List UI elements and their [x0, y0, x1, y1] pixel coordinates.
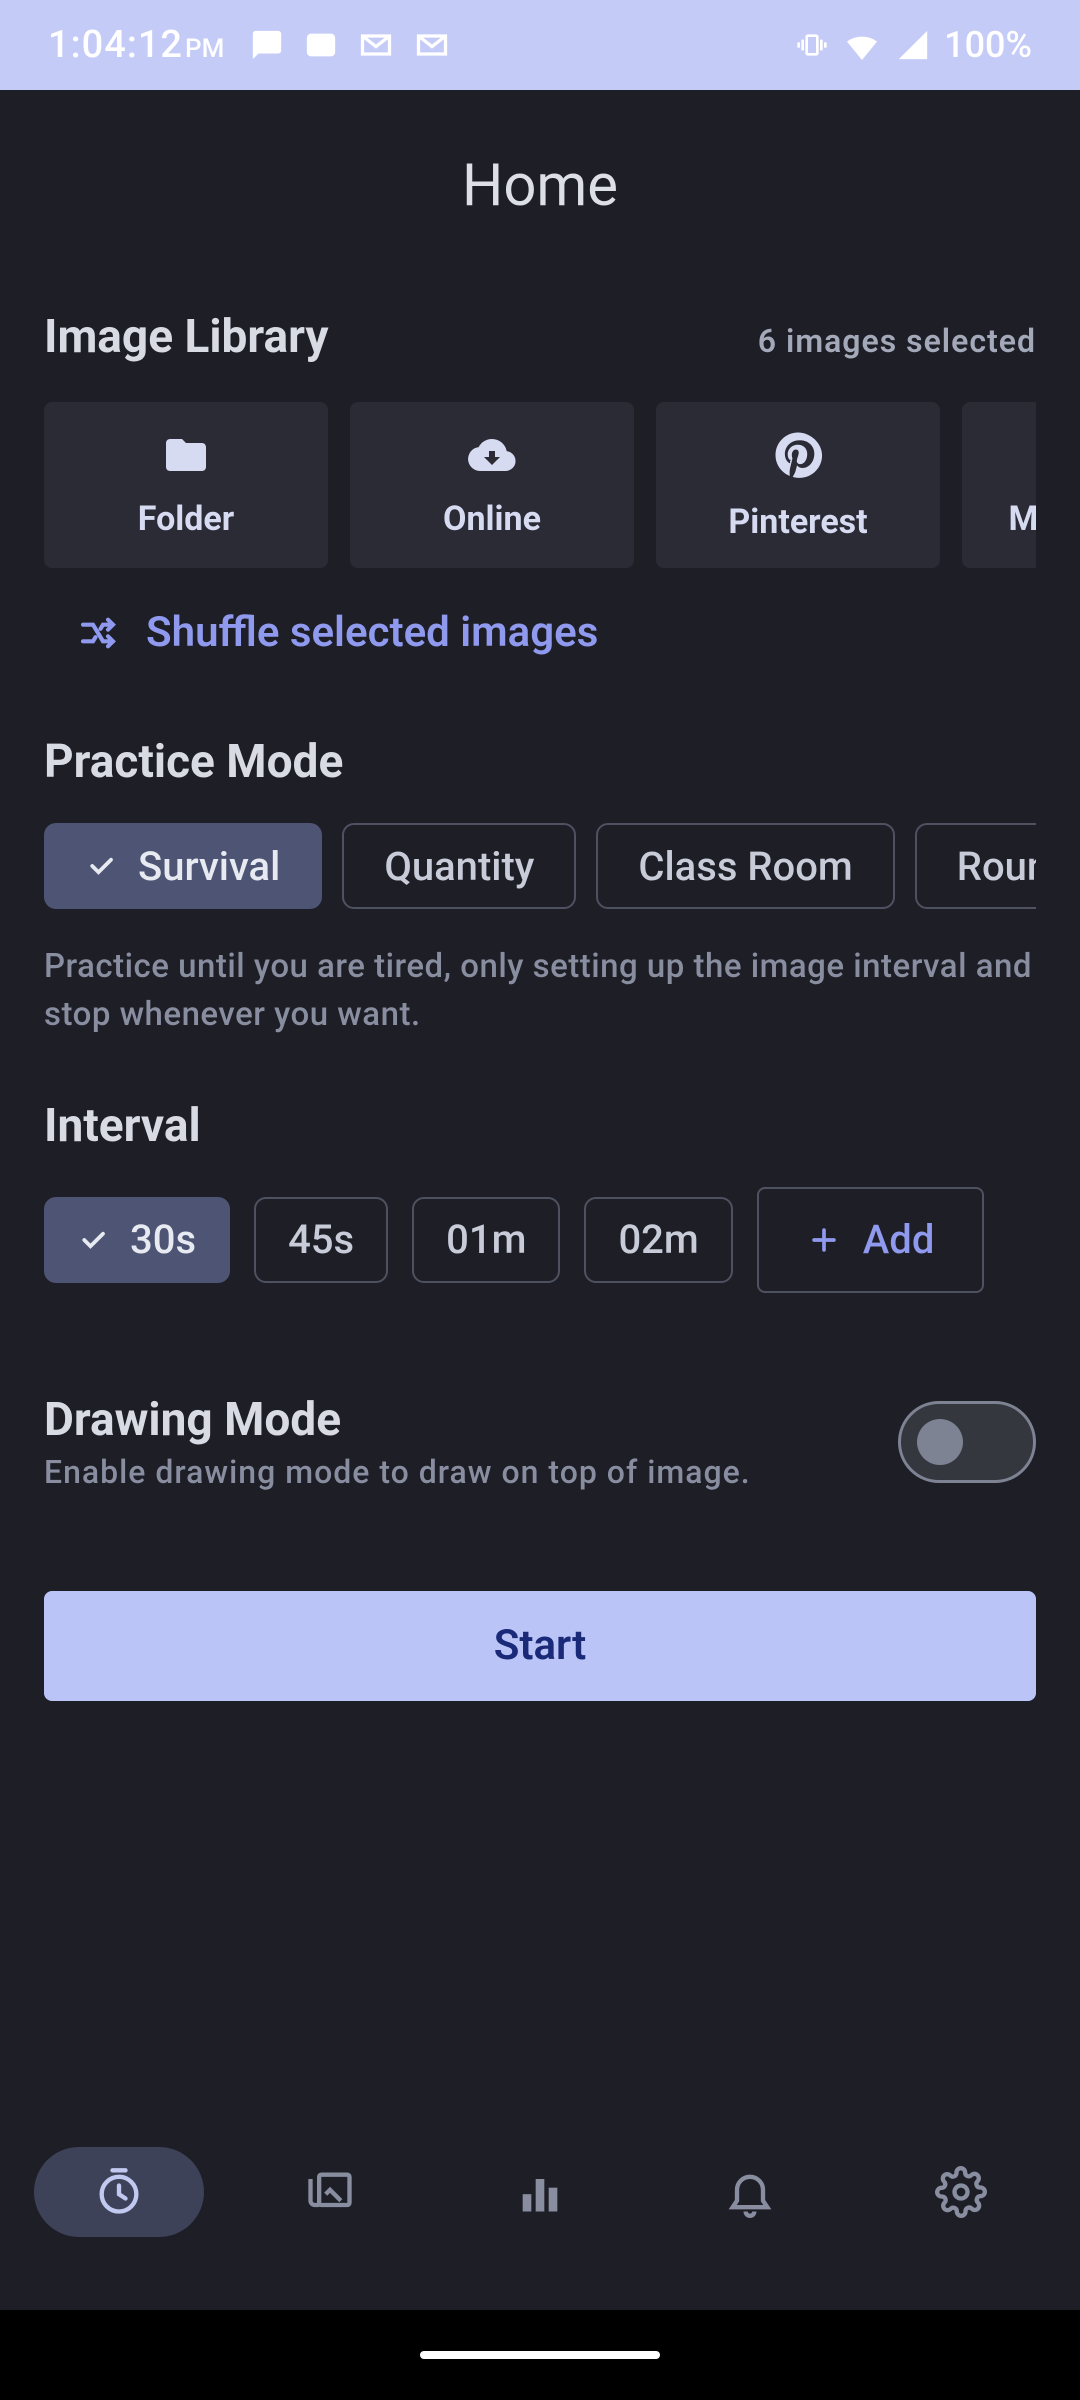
interval-title: Interval: [44, 1099, 1036, 1153]
source-label: Folder: [138, 499, 234, 539]
wifi-icon: [842, 25, 882, 65]
status-bar: 1:04:12PM 100%: [0, 0, 1080, 90]
mode-quantity[interactable]: Quantity: [342, 823, 576, 909]
interval-30s[interactable]: 30s: [44, 1197, 230, 1283]
cloud-download-icon: [463, 431, 521, 479]
mode-classroom[interactable]: Class Room: [596, 823, 894, 909]
interval-chips: 30s 45s 01m 02m Add: [44, 1187, 1036, 1293]
gear-icon: [935, 2166, 987, 2218]
chip-label: 02m: [618, 1216, 698, 1263]
interval-01m[interactable]: 01m: [412, 1197, 560, 1283]
shuffle-button[interactable]: Shuffle selected images: [44, 608, 1036, 657]
mode-description: Practice until you are tired, only setti…: [44, 943, 1036, 1039]
chip-label: 30s: [130, 1216, 196, 1263]
source-label: Online: [443, 499, 541, 539]
drawing-mode-description: Enable drawing mode to draw on top of im…: [44, 1453, 898, 1491]
source-folder[interactable]: Folder: [44, 402, 328, 568]
practice-mode-title: Practice Mode: [44, 735, 1036, 789]
signal-icon: [896, 28, 930, 62]
library-title: Image Library: [44, 310, 329, 364]
nav-stats[interactable]: [455, 2147, 625, 2237]
chip-label: Add: [863, 1216, 935, 1263]
shuffle-icon: [78, 613, 118, 653]
pinterest-icon: [771, 428, 825, 482]
source-online[interactable]: Online: [350, 402, 634, 568]
bottom-nav: [0, 2132, 1080, 2252]
home-indicator-bar: [0, 2310, 1080, 2400]
vibrate-icon: [796, 29, 828, 61]
bell-icon: [724, 2166, 776, 2218]
toggle-thumb: [917, 1419, 963, 1465]
nav-settings[interactable]: [876, 2147, 1046, 2237]
source-label: My: [1009, 499, 1036, 539]
nav-notifications[interactable]: [665, 2147, 835, 2237]
interval-add[interactable]: Add: [757, 1187, 985, 1293]
images-selected-count: 6 images selected: [758, 322, 1036, 360]
drawing-mode-title: Drawing Mode: [44, 1393, 898, 1447]
chip-label: Survival: [138, 843, 280, 890]
folder-icon: [157, 431, 215, 479]
chip-label: 45s: [288, 1216, 354, 1263]
page-title: Home: [0, 90, 1080, 310]
chip-label: Quantity: [384, 843, 534, 890]
nav-gallery[interactable]: [245, 2147, 415, 2237]
plus-icon: [807, 1223, 841, 1257]
chip-label: Roun: [957, 843, 1036, 890]
source-pinterest[interactable]: Pinterest: [656, 402, 940, 568]
source-my[interactable]: My: [962, 402, 1036, 568]
check-icon: [86, 851, 116, 881]
nav-timer[interactable]: [34, 2147, 204, 2237]
app-badge-icon: [304, 28, 338, 62]
source-label: Pinterest: [728, 502, 867, 542]
interval-45s[interactable]: 45s: [254, 1197, 388, 1283]
start-label: Start: [494, 1621, 587, 1670]
gmail-icon-2: [414, 27, 450, 63]
bar-chart-icon: [514, 2166, 566, 2218]
home-indicator[interactable]: [420, 2351, 660, 2359]
gallery-icon: [304, 2166, 356, 2218]
mode-round[interactable]: Roun: [915, 823, 1036, 909]
chip-label: Class Room: [638, 843, 852, 890]
status-time: 1:04:12PM: [48, 23, 224, 67]
mode-survival[interactable]: Survival: [44, 823, 322, 909]
drawing-mode-toggle[interactable]: [898, 1401, 1036, 1483]
mode-chips: Survival Quantity Class Room Roun: [44, 823, 1036, 909]
interval-02m[interactable]: 02m: [584, 1197, 732, 1283]
chat-icon: [250, 28, 284, 62]
shuffle-label: Shuffle selected images: [146, 608, 598, 657]
start-button[interactable]: Start: [44, 1591, 1036, 1701]
check-icon: [78, 1225, 108, 1255]
battery-text: 100%: [944, 24, 1032, 66]
chip-label: 01m: [446, 1216, 526, 1263]
gmail-icon: [358, 27, 394, 63]
source-row[interactable]: Folder Online Pinterest My: [44, 402, 1036, 568]
timer-icon: [93, 2166, 145, 2218]
